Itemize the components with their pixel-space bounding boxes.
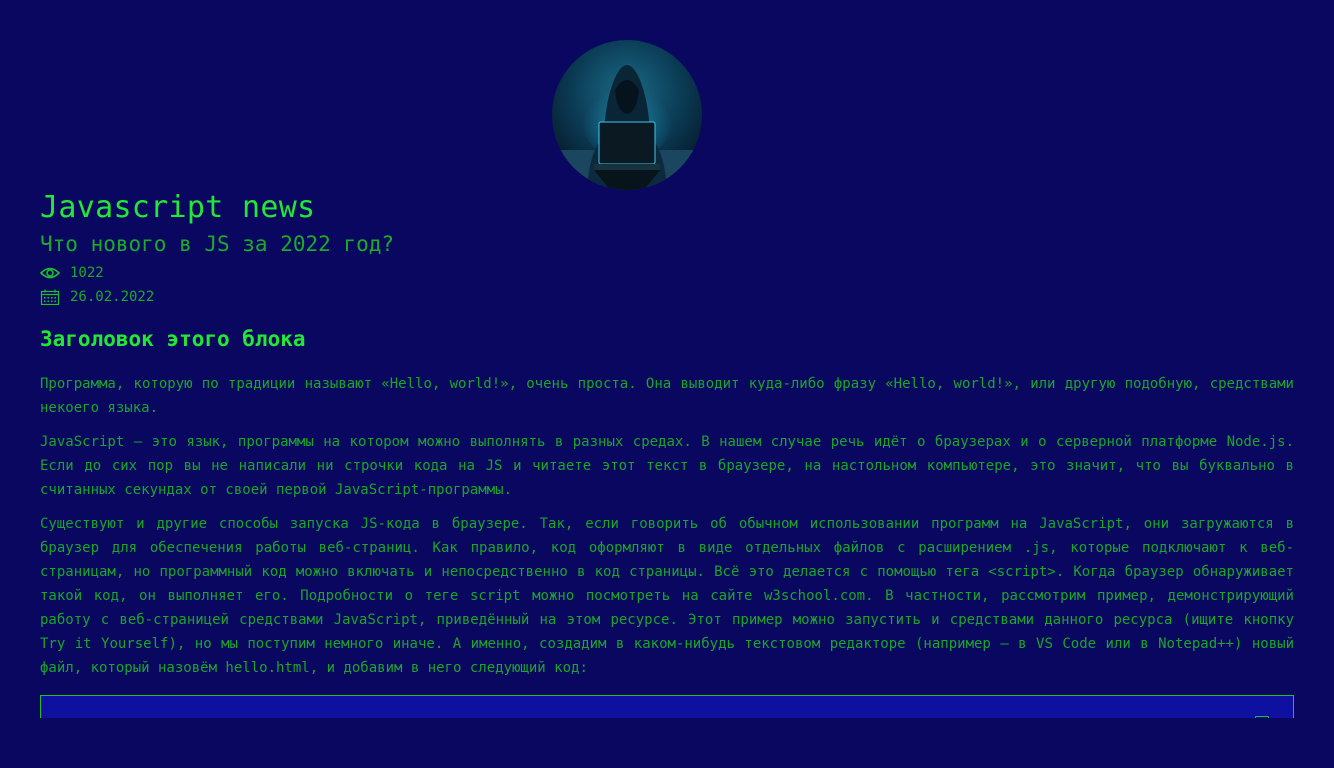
page-title: Javascript news: [40, 190, 316, 225]
page-bottom-band: [0, 718, 1334, 768]
date-meta: 26.02.2022: [40, 289, 155, 306]
avatar: [552, 40, 702, 190]
article-paragraph: Программа, которую по традиции называют …: [40, 376, 1294, 416]
publish-date: 26.02.2022: [70, 289, 155, 305]
article-body: Программа, которую по традиции называют …: [40, 372, 1294, 690]
hacker-laptop-avatar-icon: [552, 65, 702, 190]
views-count: 1022: [70, 265, 104, 281]
page-subtitle: Что нового в JS за 2022 год?: [40, 232, 395, 256]
article-paragraph: JavaScript — это язык, программы на кото…: [40, 434, 1294, 498]
article-paragraph: Существуют и другие способы запуска JS-к…: [40, 516, 1294, 676]
views-meta: 1022: [39, 265, 104, 281]
calendar-icon: [40, 289, 60, 306]
eye-icon: [39, 265, 61, 281]
block-heading: Заголовок этого блока: [40, 327, 306, 351]
